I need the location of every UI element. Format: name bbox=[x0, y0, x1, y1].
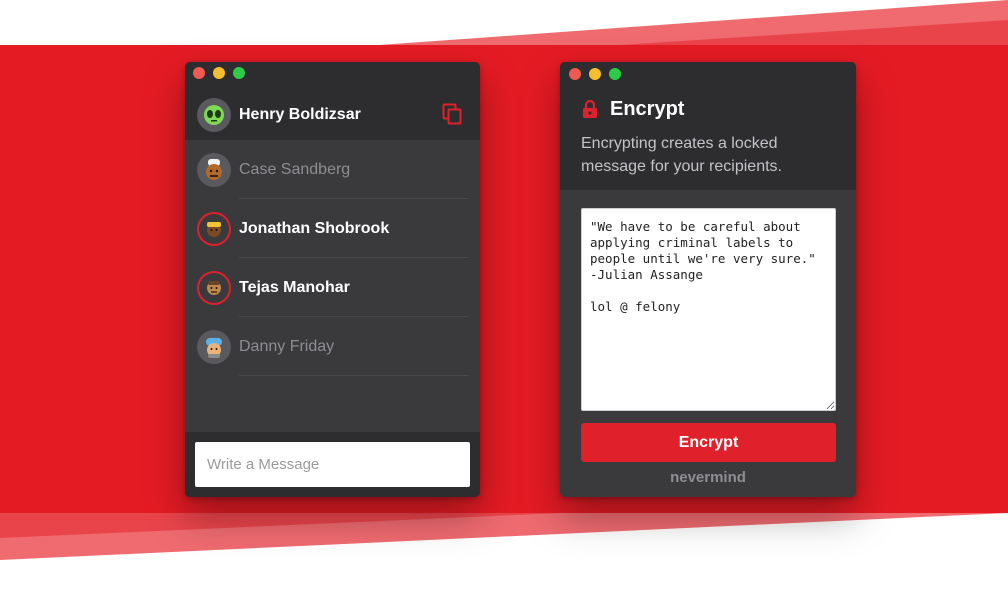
close-window-button[interactable] bbox=[193, 67, 205, 79]
maximize-window-button[interactable] bbox=[609, 68, 621, 80]
avatar-selected bbox=[197, 211, 231, 246]
encrypt-description: Encrypting creates a locked message for … bbox=[581, 135, 782, 175]
contact-item[interactable]: Tejas Manohar bbox=[185, 258, 480, 317]
lock-icon bbox=[583, 100, 597, 118]
chat-header: Henry Boldizsar bbox=[185, 90, 480, 140]
avatar bbox=[197, 152, 231, 187]
maximize-window-button[interactable] bbox=[233, 67, 245, 79]
contact-item[interactable]: Case Sandberg bbox=[185, 140, 480, 199]
chat-window: Henry Boldizsar Case Sandberg Jonathan S… bbox=[185, 62, 480, 497]
contact-item[interactable]: Jonathan Shobrook bbox=[185, 199, 480, 258]
avatar-turban-icon bbox=[206, 337, 222, 358]
contact-name: Tejas Manohar bbox=[239, 278, 350, 296]
contact-item[interactable]: Danny Friday bbox=[185, 317, 480, 376]
encrypt-title-row: Encrypt bbox=[582, 98, 684, 121]
window-controls bbox=[193, 67, 245, 79]
contact-name: Case Sandberg bbox=[239, 160, 351, 178]
encrypt-window: Encrypt Encrypting creates a locked mess… bbox=[560, 62, 856, 497]
window-controls bbox=[569, 68, 621, 80]
nevermind-link[interactable]: nevermind bbox=[560, 469, 856, 486]
contact-list: Case Sandberg Jonathan Shobrook Tejas Ma… bbox=[185, 140, 480, 432]
avatar-selected bbox=[197, 270, 231, 305]
current-user-name: Henry Boldizsar bbox=[239, 106, 361, 123]
copy-icon bbox=[442, 103, 462, 125]
contact-name: Danny Friday bbox=[239, 337, 335, 355]
avatar-cap-icon bbox=[207, 221, 221, 237]
message-input[interactable] bbox=[195, 442, 470, 487]
divider bbox=[239, 375, 468, 376]
copy-button[interactable] bbox=[442, 103, 462, 125]
avatar bbox=[197, 329, 231, 364]
compose-area bbox=[185, 432, 480, 497]
message-textarea[interactable] bbox=[581, 208, 836, 411]
avatar-alien-icon bbox=[204, 105, 224, 125]
minimize-window-button[interactable] bbox=[213, 67, 225, 79]
avatar-chef-icon bbox=[206, 158, 222, 180]
encrypt-button[interactable]: Encrypt bbox=[581, 423, 836, 462]
encrypt-header: Encrypt Encrypting creates a locked mess… bbox=[560, 62, 856, 190]
contact-name: Jonathan Shobrook bbox=[239, 219, 390, 237]
red-banner-background bbox=[0, 0, 1008, 560]
minimize-window-button[interactable] bbox=[589, 68, 601, 80]
avatar bbox=[197, 98, 231, 132]
avatar-person-icon bbox=[207, 280, 221, 295]
close-window-button[interactable] bbox=[569, 68, 581, 80]
encrypt-title: Encrypt bbox=[610, 98, 685, 120]
